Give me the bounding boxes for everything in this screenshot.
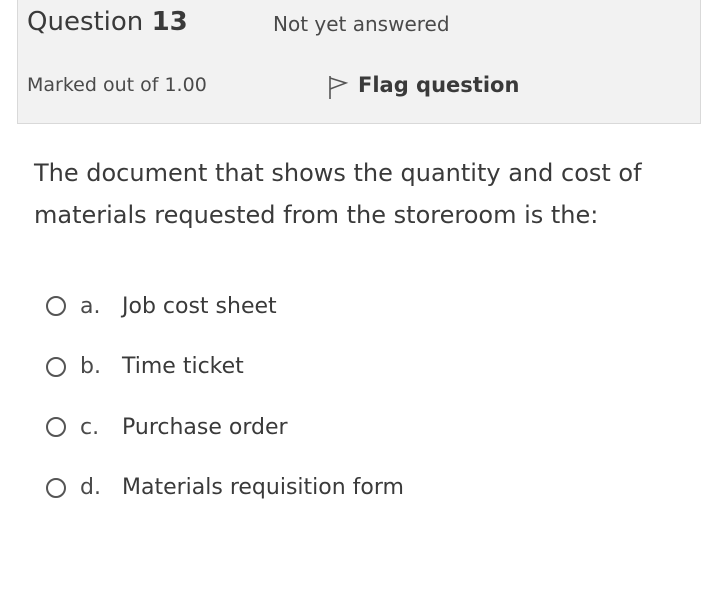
flag-icon (329, 76, 349, 99)
question-label: Question (27, 7, 144, 37)
answer-label[interactable]: Materials requisition form (122, 475, 404, 500)
answer-list: a. Job cost sheet b. Time ticket c. Purc… (44, 276, 404, 518)
answer-option-d[interactable]: d. Materials requisition form (44, 458, 404, 519)
answer-label[interactable]: Time ticket (122, 354, 244, 379)
answer-letter: d. (80, 475, 101, 501)
radio-button-d[interactable] (46, 477, 66, 498)
flag-question-label: Flag question (358, 73, 520, 97)
question-state: Not yet answered (273, 12, 450, 36)
answer-option-b[interactable]: b. Time ticket (44, 337, 404, 398)
question-info-panel: Question 13 Not yet answered Marked out … (17, 0, 701, 124)
answer-option-c[interactable]: c. Purchase order (44, 397, 404, 458)
answer-letter: c. (80, 414, 100, 440)
question-text: The document that shows the quantity and… (34, 159, 642, 229)
question-grade: Marked out of 1.00 (27, 74, 207, 96)
radio-button-a[interactable] (46, 296, 66, 317)
answer-letter: b. (80, 354, 101, 380)
answer-label[interactable]: Job cost sheet (122, 294, 277, 319)
question-title: Question 13 (27, 7, 188, 37)
answer-label[interactable]: Purchase order (122, 415, 288, 440)
answer-letter: a. (80, 293, 101, 319)
question-number: 13 (151, 7, 188, 37)
radio-button-b[interactable] (46, 356, 66, 377)
radio-button-c[interactable] (46, 417, 66, 438)
flag-question-button[interactable]: Flag question (327, 70, 519, 100)
answer-option-a[interactable]: a. Job cost sheet (44, 276, 404, 337)
